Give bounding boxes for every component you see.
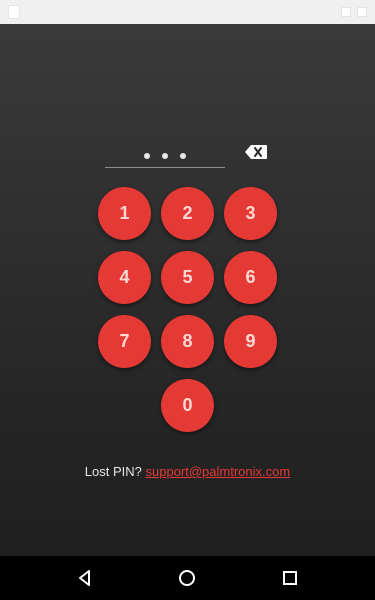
nav-recent-button[interactable] (278, 566, 302, 590)
status-bar (0, 0, 375, 24)
key-label: 3 (245, 203, 256, 223)
key-2[interactable]: 2 (161, 187, 214, 240)
status-signal-icon (341, 7, 351, 17)
status-right-icons (341, 7, 367, 17)
key-6[interactable]: 6 (224, 251, 277, 304)
backspace-button[interactable] (244, 144, 268, 160)
pin-entry-screen: 1 2 3 4 5 6 7 8 9 0 Lost PIN? support@pa… (0, 24, 375, 556)
key-8[interactable]: 8 (161, 315, 214, 368)
lost-pin-help: Lost PIN? support@palmtronix.com (0, 464, 375, 479)
pin-dot (180, 152, 186, 159)
key-label: 2 (182, 203, 193, 223)
nav-home-button[interactable] (175, 566, 199, 590)
status-battery-icon (357, 7, 367, 17)
pin-entry-row (0, 144, 375, 174)
recent-square-icon (283, 571, 297, 585)
key-label: 9 (245, 331, 256, 351)
key-5[interactable]: 5 (161, 251, 214, 304)
back-triangle-icon (79, 570, 90, 586)
status-app-icon (8, 5, 20, 19)
home-circle-icon (179, 570, 195, 586)
key-1[interactable]: 1 (98, 187, 151, 240)
key-label: 5 (182, 267, 193, 287)
pin-keypad: 1 2 3 4 5 6 7 8 9 0 (0, 184, 375, 434)
key-3[interactable]: 3 (224, 187, 277, 240)
pin-dot (144, 152, 150, 159)
nav-back-button[interactable] (73, 566, 97, 590)
pin-dot (162, 152, 168, 159)
key-9[interactable]: 9 (224, 315, 277, 368)
key-label: 7 (119, 331, 130, 351)
key-0[interactable]: 0 (161, 379, 214, 432)
key-label: 0 (182, 395, 193, 415)
key-label: 1 (119, 203, 130, 223)
key-label: 8 (182, 331, 193, 351)
android-navigation-bar (0, 556, 375, 600)
key-7[interactable]: 7 (98, 315, 151, 368)
pin-entry-field (105, 144, 225, 168)
lost-pin-text: Lost PIN? (84, 464, 142, 479)
backspace-icon (245, 145, 267, 159)
key-label: 6 (245, 267, 256, 287)
key-4[interactable]: 4 (98, 251, 151, 304)
key-label: 4 (119, 267, 130, 287)
support-email-link[interactable]: support@palmtronix.com (146, 464, 291, 479)
